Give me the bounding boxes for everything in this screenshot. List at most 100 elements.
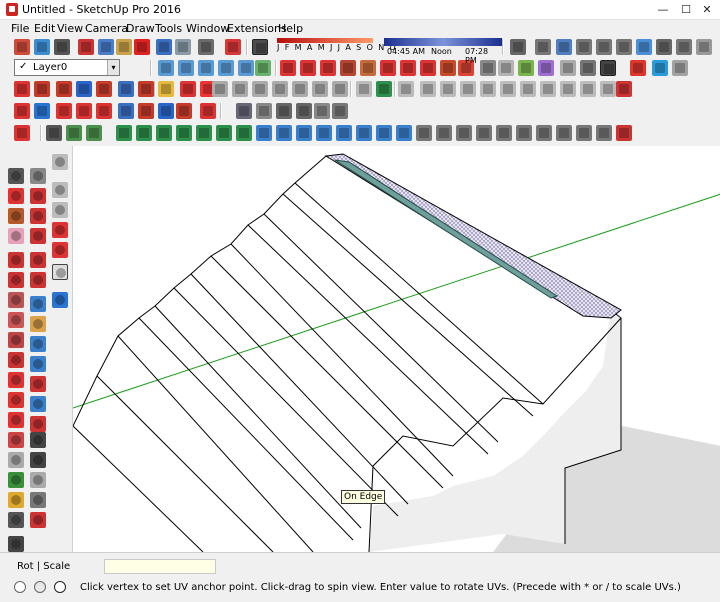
tape-red-icon[interactable] [14,103,30,119]
line-tool-icon[interactable] [8,252,24,268]
paste-icon[interactable] [116,39,132,55]
hide-icon[interactable] [556,39,572,55]
component-icon[interactable] [510,39,526,55]
explode-icon[interactable] [96,81,112,97]
print-icon[interactable] [198,39,214,55]
align-horizontal-icon[interactable] [116,125,132,141]
rectangle-shape-icon[interactable] [212,81,228,97]
follow-me-icon[interactable] [320,60,336,76]
disc-primitive-icon[interactable] [560,81,576,97]
uv-box-icon[interactable] [456,125,472,141]
xray-icon[interactable] [560,60,576,76]
blue-cube-icon[interactable] [652,60,668,76]
components-browser-icon[interactable] [676,39,692,55]
pie-tool-icon[interactable] [8,412,24,428]
remove-divider-icon[interactable] [216,125,232,141]
uv-planar-icon[interactable] [476,125,492,141]
menu-draw[interactable]: Draw [126,22,155,35]
orbit-icon[interactable] [30,296,46,312]
erase-selection-icon[interactable] [134,39,150,55]
tape-measure-icon[interactable] [8,452,24,468]
menu-help[interactable]: Help [278,22,303,35]
copy-icon[interactable] [98,39,114,55]
uv-mapping-active-icon[interactable] [52,264,68,280]
wireframe-icon[interactable] [580,60,596,76]
footprints-icon[interactable] [30,452,46,468]
uv-sphere-icon[interactable] [516,125,532,141]
cylinder-left-icon[interactable] [52,182,68,198]
pushpull-left-icon[interactable] [30,272,46,288]
scale-tool-icon[interactable] [30,252,46,268]
front-view-icon[interactable] [198,60,214,76]
dimension-tool-icon[interactable] [8,472,24,488]
material-icon[interactable] [538,60,554,76]
edit-group-icon[interactable] [86,125,102,141]
uv-scale-icon[interactable] [576,125,592,141]
dome-icon[interactable] [356,81,372,97]
chevron-down-icon[interactable]: ▾ [107,60,119,75]
window-tool-icon[interactable] [276,103,292,119]
cone-primitive-icon[interactable] [440,81,456,97]
box-primitive-icon[interactable] [398,81,414,97]
grid-4-icon[interactable] [316,125,332,141]
offset-tool-icon[interactable] [30,208,46,224]
extrude-icon[interactable] [176,103,192,119]
zoom-icon[interactable] [30,336,46,352]
unhide-icon[interactable] [576,39,592,55]
uv-quad-icon[interactable] [536,125,552,141]
eraser-icon[interactable] [8,228,24,244]
pan-icon[interactable] [30,316,46,332]
section-tool-icon[interactable] [30,472,46,488]
menu-window[interactable]: Window [186,22,229,35]
circle-tool-icon[interactable] [8,332,24,348]
text-tool-icon[interactable] [30,492,46,508]
sphere-primitive-icon[interactable] [500,81,516,97]
capsule-primitive-icon[interactable] [600,81,616,97]
parallelogram-shape-icon[interactable] [292,81,308,97]
pyramid-primitive-icon[interactable] [520,81,536,97]
model-viewport[interactable]: On Edge [72,146,720,552]
list-icon[interactable] [156,125,172,141]
offset-icon[interactable] [300,60,316,76]
minimize-button[interactable]: — [653,2,673,18]
walls-icon[interactable] [236,103,252,119]
pushpull-icon[interactable] [280,60,296,76]
menu-file[interactable]: File [11,22,29,35]
layer-dropdown[interactable]: ✓ Layer0 ▾ [14,59,120,76]
cone-left-icon[interactable] [52,202,68,218]
make-group-icon[interactable] [66,125,82,141]
push-pull-red-icon[interactable] [616,81,632,97]
intersect-left-icon[interactable] [52,222,68,238]
weld-icon[interactable] [138,81,154,97]
save-icon[interactable] [54,39,70,55]
pushpull-tool-icon[interactable] [14,81,30,97]
section-plane-icon[interactable] [14,125,30,141]
new-file-icon[interactable] [14,39,30,55]
open-file-icon[interactable] [34,39,50,55]
rotate-tool-icon[interactable] [30,228,46,244]
group-icon[interactable] [535,39,551,55]
redo-icon[interactable] [175,39,191,55]
axes-tool-left-icon[interactable] [8,512,24,528]
uv-fit-icon[interactable] [556,125,572,141]
measurements-input[interactable] [104,559,216,574]
grid-2-icon[interactable] [276,125,292,141]
maximize-button[interactable]: ☐ [676,2,696,18]
move-tool-icon[interactable] [8,432,24,448]
credits-icon[interactable] [34,581,46,593]
array-green-icon[interactable] [236,125,252,141]
uv-pen-icon[interactable] [616,125,632,141]
cut-icon[interactable] [78,39,94,55]
sandbox-icon[interactable] [158,81,174,97]
menu-camera[interactable]: Camera [85,22,128,35]
user-account-icon[interactable] [54,581,66,593]
entity-info-icon[interactable] [656,39,672,55]
subtract-icon[interactable] [400,60,416,76]
top-view-icon[interactable] [178,60,194,76]
follow-me-tool-icon[interactable] [30,188,46,204]
move-red-icon[interactable] [56,103,72,119]
back-view-icon[interactable] [238,60,254,76]
polygon-primitive-icon[interactable] [580,81,596,97]
freehand-icon[interactable] [180,81,196,97]
zoom-extents-icon[interactable] [30,376,46,392]
